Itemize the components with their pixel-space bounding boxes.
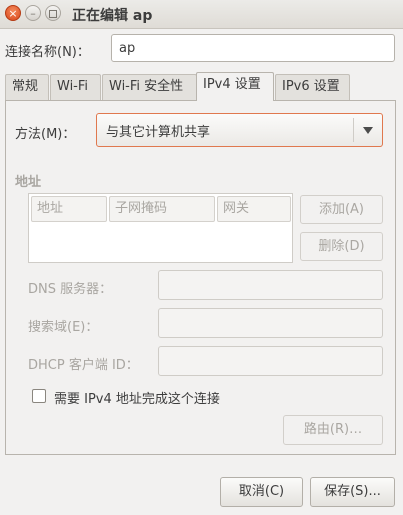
method-label: 方法(M)： <box>15 127 76 142</box>
dhcp-client-id-label: DHCP 客户端 ID： <box>28 358 139 373</box>
close-icon[interactable]: × <box>5 5 21 21</box>
column-subnet-mask: 子网掩码 <box>109 196 215 222</box>
delete-address-button[interactable]: 删除(D) <box>300 232 383 261</box>
dhcp-client-id-input[interactable] <box>158 346 383 376</box>
connection-name-value: ap <box>119 41 136 56</box>
column-address: 地址 <box>31 196 107 222</box>
address-section-title: 地址 <box>15 175 42 190</box>
search-domain-label: 搜索域(E)： <box>28 320 99 335</box>
address-table[interactable]: 地址 子网掩码 网关 <box>28 193 293 263</box>
save-button[interactable]: 保存(S)... <box>310 477 395 507</box>
tab-wifi[interactable]: Wi-Fi <box>50 74 101 100</box>
connection-name-label: 连接名称(N)： <box>5 45 90 60</box>
dropdown-arrow-icon <box>363 127 373 134</box>
add-address-button[interactable]: 添加(A) <box>300 195 383 224</box>
tab-wifi-security[interactable]: Wi-Fi 安全性 <box>102 74 197 100</box>
title-bar: × – 正在编辑 ap <box>0 0 403 29</box>
cancel-button[interactable]: 取消(C) <box>220 477 303 507</box>
tab-ipv6-settings[interactable]: IPv6 设置 <box>275 74 350 100</box>
connection-name-input[interactable]: ap <box>111 34 395 62</box>
require-ipv4-checkbox[interactable] <box>32 389 46 403</box>
maximize-icon[interactable] <box>45 5 61 21</box>
column-gateway: 网关 <box>217 196 291 222</box>
routes-button[interactable]: 路由(R)… <box>283 415 383 445</box>
dns-servers-input[interactable] <box>158 270 383 300</box>
method-value: 与其它计算机共享 <box>106 125 211 140</box>
tab-ipv4-settings[interactable]: IPv4 设置 <box>196 72 274 101</box>
require-ipv4-label[interactable]: 需要 IPv4 地址完成这个连接 <box>54 388 220 407</box>
minimize-icon[interactable]: – <box>25 5 41 21</box>
dns-servers-label: DNS 服务器： <box>28 282 113 297</box>
method-dropdown[interactable]: 与其它计算机共享 <box>96 113 383 147</box>
window-title: 正在编辑 ap <box>72 8 153 24</box>
tab-general[interactable]: 常规 <box>5 74 49 100</box>
search-domain-input[interactable] <box>158 308 383 338</box>
